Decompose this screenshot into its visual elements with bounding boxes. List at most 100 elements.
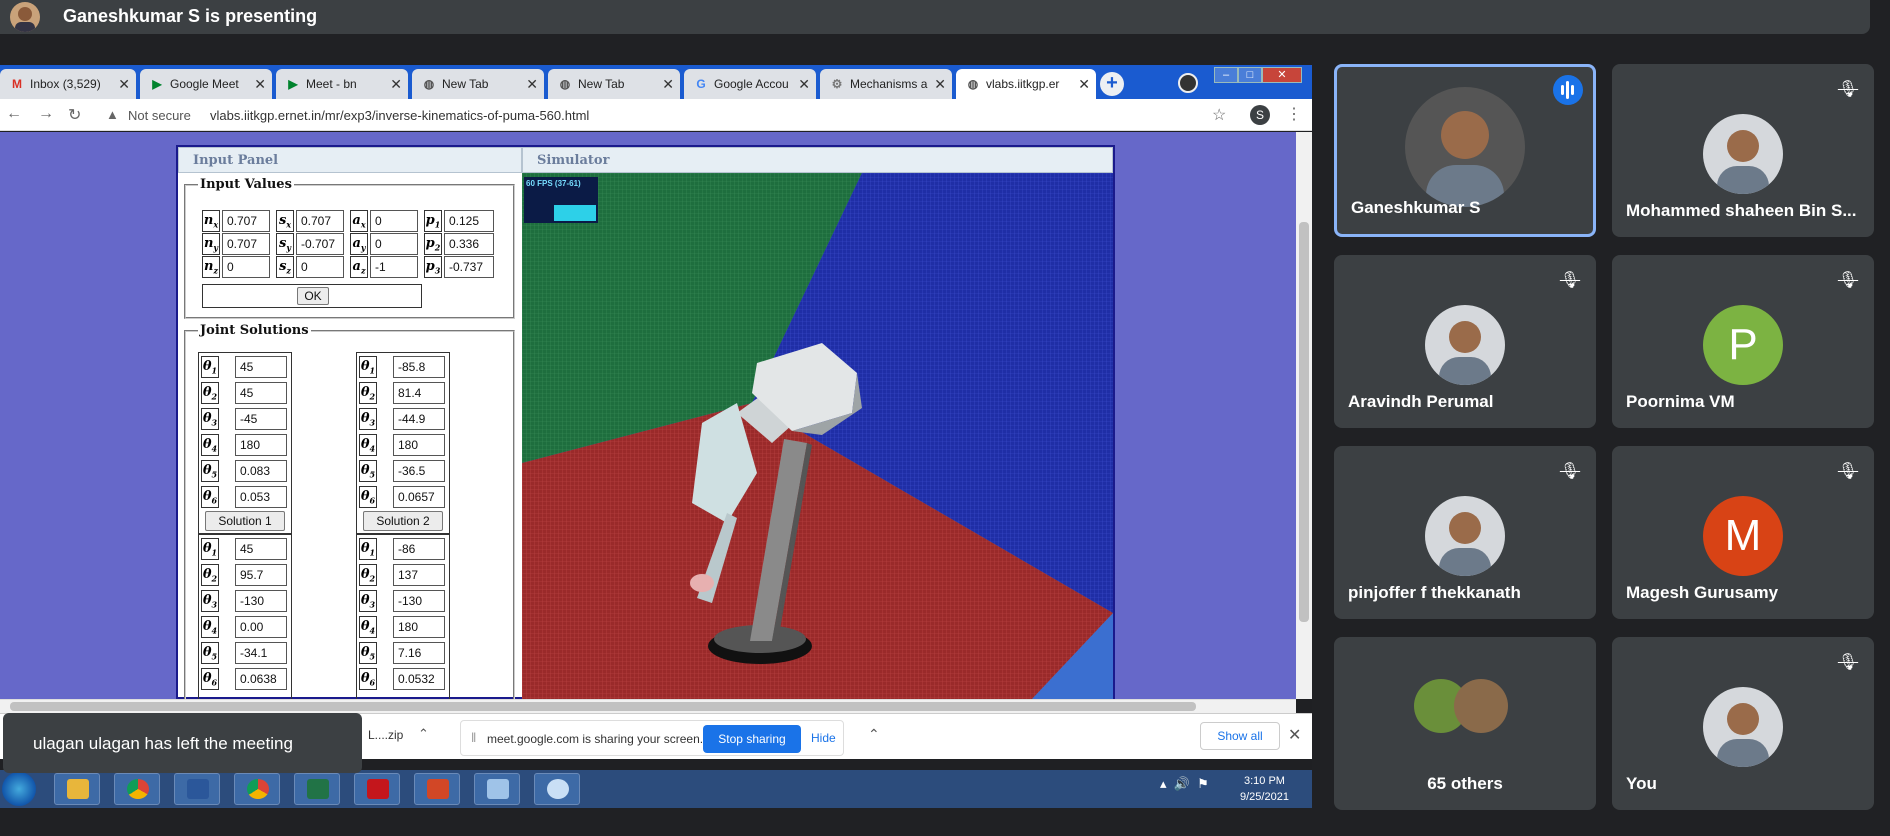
participant-tile[interactable]: 🎙 Mohammed shaheen Bin S... [1612, 64, 1874, 237]
horizontal-scroll-thumb[interactable] [10, 702, 1196, 711]
browser-tab[interactable]: ▶ Meet - bn ✕ [276, 69, 408, 99]
participant-tile[interactable]: 🎙 You [1612, 637, 1874, 810]
joint-angle-field[interactable]: 0.0657 [393, 486, 445, 508]
not-secure-label[interactable]: Not secure [128, 108, 191, 123]
input-value-field[interactable]: 0.707 [222, 233, 270, 255]
download-chevron-icon[interactable]: ⌃ [418, 726, 429, 742]
chrome-icon[interactable] [114, 773, 160, 805]
joint-angle-field[interactable]: 45 [235, 382, 287, 404]
joint-angle-field[interactable]: 180 [393, 616, 445, 638]
tab-close-icon[interactable]: ✕ [1078, 76, 1090, 93]
stop-sharing-button[interactable]: Stop sharing [703, 725, 801, 753]
profile-switch-icon[interactable] [1178, 73, 1198, 93]
input-value-field[interactable]: -1 [370, 256, 418, 278]
show-all-button[interactable]: Show all [1200, 722, 1280, 750]
joint-angle-field[interactable]: -130 [235, 590, 287, 612]
browser-tab[interactable]: ◍ New Tab ✕ [548, 69, 680, 99]
vertical-scrollbar[interactable] [1296, 132, 1312, 699]
tab-close-icon[interactable]: ✕ [254, 76, 266, 93]
participant-tile[interactable]: 🎙 Aravindh Perumal [1334, 255, 1596, 428]
taskbar-clock[interactable]: 3:10 PM 9/25/2021 [1240, 773, 1289, 805]
tab-close-icon[interactable]: ✕ [118, 76, 130, 93]
download-item[interactable]: L....zip [368, 728, 403, 742]
hide-button[interactable]: Hide [811, 731, 836, 745]
joint-angle-field[interactable]: 180 [235, 434, 287, 456]
browser-tab[interactable]: ◍ vlabs.iitkgp.er ✕ [956, 69, 1096, 99]
joint-angle-field[interactable]: -44.9 [393, 408, 445, 430]
participant-tile[interactable]: 🎙 M Magesh Gurusamy [1612, 446, 1874, 619]
paint-icon[interactable] [534, 773, 580, 805]
input-value-field[interactable]: 0 [222, 256, 270, 278]
more-menu-icon[interactable]: ⋮ [1286, 104, 1302, 124]
back-icon[interactable]: ← [6, 105, 22, 123]
minimize-button[interactable]: – [1214, 67, 1238, 83]
joint-angle-field[interactable]: 180 [393, 434, 445, 456]
chrome-profile-icon[interactable] [234, 773, 280, 805]
joint-angle-field[interactable]: 45 [235, 538, 287, 560]
input-value-field[interactable]: 0 [296, 256, 344, 278]
simulator-viewport[interactable]: 60 FPS (37-61) [522, 173, 1113, 699]
input-value-field[interactable]: 0.707 [222, 210, 270, 232]
notepad-icon[interactable] [474, 773, 520, 805]
browser-tab[interactable]: ◍ New Tab ✕ [412, 69, 544, 99]
participant-tile[interactable]: 🎙 pinjoffer f thekkanath [1334, 446, 1596, 619]
horizontal-scrollbar[interactable] [0, 699, 1296, 713]
joint-angle-field[interactable]: 0.083 [235, 460, 287, 482]
browser-tab[interactable]: M Inbox (3,529) ✕ [0, 69, 136, 99]
input-value-field[interactable]: -0.707 [296, 233, 344, 255]
input-value-field[interactable]: 0.336 [444, 233, 494, 255]
participant-tile[interactable]: 🎙 P Poornima VM [1612, 255, 1874, 428]
joint-angle-field[interactable]: 0.00 [235, 616, 287, 638]
forward-icon[interactable]: → [38, 105, 54, 123]
participant-tile[interactable]: 65 others [1334, 637, 1596, 810]
joint-angle-field[interactable]: -34.1 [235, 642, 287, 664]
browser-tab[interactable]: ▶ Google Meet ✕ [140, 69, 272, 99]
participant-tile[interactable]: Ganeshkumar S [1334, 64, 1596, 237]
joint-angle-field[interactable]: 0.0638 [235, 668, 287, 690]
reload-icon[interactable]: ↻ [68, 105, 81, 125]
powerpoint-icon[interactable] [414, 773, 460, 805]
tab-close-icon[interactable]: ✕ [662, 76, 674, 93]
windows-start-icon[interactable] [2, 772, 36, 806]
solution-button[interactable]: Solution 1 [205, 511, 285, 531]
browser-tab[interactable]: G Google Accou ✕ [684, 69, 816, 99]
input-value-field[interactable]: 0 [370, 233, 418, 255]
joint-angle-field[interactable]: 0.0532 [393, 668, 445, 690]
window-close-button[interactable]: ✕ [1262, 67, 1302, 83]
expand-chevron-icon[interactable]: ⌃ [868, 726, 880, 743]
input-value-field[interactable]: 0.125 [444, 210, 494, 232]
system-tray-icons[interactable]: ▴ 🔊 ⚑ [1160, 776, 1209, 792]
maximize-button[interactable]: □ [1238, 67, 1262, 83]
url-field[interactable]: vlabs.iitkgp.ernet.in/mr/exp3/inverse-ki… [210, 108, 589, 123]
joint-angle-field[interactable]: 7.16 [393, 642, 445, 664]
joint-angle-field[interactable]: 0.053 [235, 486, 287, 508]
joint-angle-field[interactable]: 95.7 [235, 564, 287, 586]
tab-close-icon[interactable]: ✕ [934, 76, 946, 93]
word-icon[interactable] [174, 773, 220, 805]
profile-avatar[interactable]: S [1250, 105, 1270, 125]
new-tab-button[interactable]: + [1100, 72, 1124, 96]
joint-angle-field[interactable]: -130 [393, 590, 445, 612]
input-value-field[interactable]: 0.707 [296, 210, 344, 232]
joint-angle-field[interactable]: 137 [393, 564, 445, 586]
tab-close-icon[interactable]: ✕ [390, 76, 402, 93]
browser-tab[interactable]: ⚙ Mechanisms a ✕ [820, 69, 952, 99]
input-value-field[interactable]: -0.737 [444, 256, 494, 278]
joint-angle-field[interactable]: -45 [235, 408, 287, 430]
solution-button[interactable]: Solution 2 [363, 511, 443, 531]
tab-close-icon[interactable]: ✕ [526, 76, 538, 93]
tab-close-icon[interactable]: ✕ [798, 76, 810, 93]
vertical-scroll-thumb[interactable] [1299, 222, 1309, 622]
joint-angle-field[interactable]: 81.4 [393, 382, 445, 404]
joint-angle-field[interactable]: 45 [235, 356, 287, 378]
file-explorer-icon[interactable] [54, 773, 100, 805]
drag-handle-icon[interactable]: ‖ [471, 730, 476, 745]
close-download-bar-icon[interactable]: ✕ [1288, 725, 1301, 745]
acrobat-icon[interactable] [354, 773, 400, 805]
joint-angle-field[interactable]: -85.8 [393, 356, 445, 378]
ok-button[interactable]: OK [297, 287, 329, 305]
input-value-field[interactable]: 0 [370, 210, 418, 232]
excel-icon[interactable] [294, 773, 340, 805]
joint-angle-field[interactable]: -36.5 [393, 460, 445, 482]
bookmark-star-icon[interactable]: ☆ [1212, 105, 1226, 125]
